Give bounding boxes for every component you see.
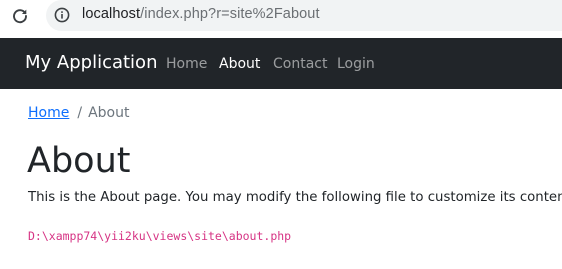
breadcrumb: Home / About	[28, 105, 129, 121]
nav-item-about[interactable]: About	[219, 56, 260, 72]
breadcrumb-current: About	[88, 105, 130, 121]
url-text[interactable]: localhost/index.php?r=site%2Fabout	[82, 6, 320, 22]
page-description: This is the About page. You may modify t…	[28, 190, 562, 205]
navbar: My Application Home About Contact Login	[0, 38, 562, 89]
info-icon[interactable]	[54, 7, 70, 23]
brand-link[interactable]: My Application	[25, 52, 157, 73]
file-path-code: D:\xampp74\yii2ku\views\site\about.php	[28, 229, 292, 243]
browser-toolbar: localhost/index.php?r=site%2Fabout	[0, 0, 562, 38]
nav-item-login[interactable]: Login	[337, 56, 375, 72]
url-host: localhost	[82, 6, 141, 22]
nav-item-contact[interactable]: Contact	[273, 56, 327, 72]
reload-icon[interactable]	[11, 7, 29, 25]
nav-item-home[interactable]: Home	[166, 56, 207, 72]
breadcrumb-separator: /	[77, 105, 83, 121]
page-title: About	[27, 141, 131, 181]
address-bar[interactable]: localhost/index.php?r=site%2Fabout	[46, 0, 562, 31]
breadcrumb-home-link[interactable]: Home	[28, 105, 69, 121]
url-path: /index.php?r=site%2Fabout	[140, 6, 320, 22]
